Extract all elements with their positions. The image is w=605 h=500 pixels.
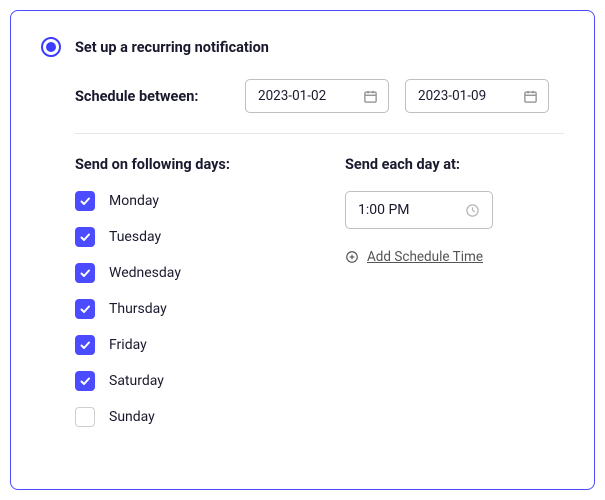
time-column: Send each day at: 1:00 PM Add Schedule T… xyxy=(345,156,564,443)
columns: Send on following days: Monday Tuesday Wed… xyxy=(75,156,564,443)
schedule-time-value: 1:00 PM xyxy=(358,202,410,218)
day-checkbox[interactable] xyxy=(75,191,95,211)
day-label: Saturday xyxy=(109,373,164,389)
days-list: Monday Tuesday Wednesday Thursday Friday Satu… xyxy=(75,191,305,427)
day-row: Monday xyxy=(75,191,305,211)
day-label: Wednesday xyxy=(109,265,181,281)
day-label: Monday xyxy=(109,193,159,209)
day-checkbox[interactable] xyxy=(75,299,95,319)
calendar-icon xyxy=(363,89,378,104)
schedule-end-date-value: 2023-01-09 xyxy=(418,88,486,104)
day-label: Friday xyxy=(109,337,147,353)
recurring-notification-panel: Set up a recurring notification Schedule… xyxy=(10,10,595,490)
day-row: Wednesday xyxy=(75,263,305,283)
clock-icon xyxy=(465,203,480,218)
day-checkbox[interactable] xyxy=(75,335,95,355)
schedule-time-input[interactable]: 1:00 PM xyxy=(345,191,493,229)
day-row: Thursday xyxy=(75,299,305,319)
days-column: Send on following days: Monday Tuesday Wed… xyxy=(75,156,305,443)
schedule-between-label: Schedule between: xyxy=(75,88,229,105)
day-label: Thursday xyxy=(109,301,167,317)
recurring-option-label: Set up a recurring notification xyxy=(75,39,269,56)
add-schedule-time-label: Add Schedule Time xyxy=(367,249,483,265)
day-checkbox[interactable] xyxy=(75,263,95,283)
day-checkbox[interactable] xyxy=(75,407,95,427)
add-schedule-time-button[interactable]: Add Schedule Time xyxy=(345,249,564,265)
days-heading: Send on following days: xyxy=(75,156,305,173)
day-row: Tuesday xyxy=(75,227,305,247)
day-label: Tuesday xyxy=(109,229,161,245)
divider xyxy=(75,133,564,134)
schedule-between-row: Schedule between: 2023-01-02 2023-01-09 xyxy=(75,79,564,113)
day-checkbox[interactable] xyxy=(75,371,95,391)
radio-selected-icon xyxy=(41,37,61,57)
calendar-icon xyxy=(523,89,538,104)
day-label: Sunday xyxy=(109,409,155,425)
day-row: Friday xyxy=(75,335,305,355)
day-row: Saturday xyxy=(75,371,305,391)
schedule-start-date-input[interactable]: 2023-01-02 xyxy=(245,79,389,113)
recurring-option-row[interactable]: Set up a recurring notification xyxy=(41,37,564,57)
schedule-end-date-input[interactable]: 2023-01-09 xyxy=(405,79,549,113)
day-checkbox[interactable] xyxy=(75,227,95,247)
plus-circle-icon xyxy=(345,250,359,264)
day-row: Sunday xyxy=(75,407,305,427)
time-heading: Send each day at: xyxy=(345,156,564,173)
schedule-start-date-value: 2023-01-02 xyxy=(258,88,326,104)
